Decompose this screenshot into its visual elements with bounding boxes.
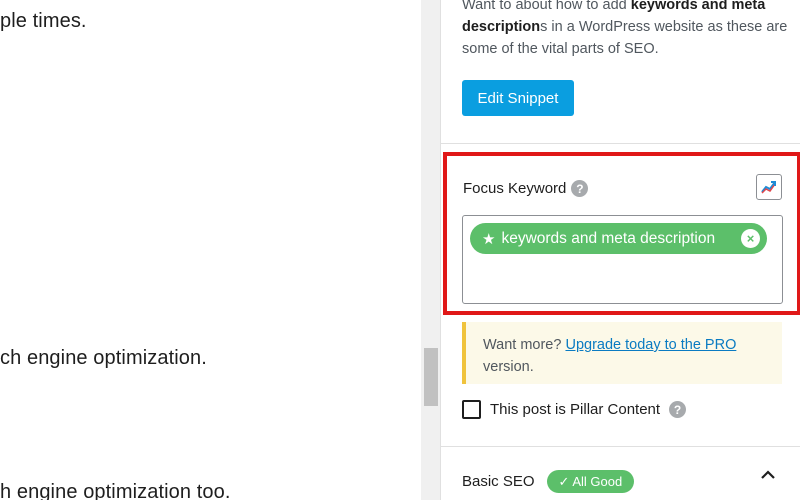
notice-text: version. (483, 359, 534, 375)
upgrade-link[interactable]: Upgrade today to the PRO (565, 337, 736, 353)
pillar-content-option[interactable]: This post is Pillar Content ? (462, 400, 687, 419)
focus-keyword-input[interactable]: ★ keywords and meta description × (462, 215, 783, 304)
divider (441, 143, 800, 144)
edit-snippet-button[interactable]: Edit Snippet (462, 80, 574, 116)
keyword-tag-label: keywords and meta description (501, 229, 716, 247)
pillar-content-label: This post is Pillar Content (490, 401, 661, 418)
help-icon[interactable]: ? (669, 401, 687, 418)
snippet-description: Want to about how to add keywords and me… (462, 0, 792, 60)
editor-paragraph-line[interactable]: h engine optimization too. (0, 481, 231, 500)
divider (441, 446, 800, 447)
status-badge: ✓ All Good (546, 470, 635, 493)
close-icon[interactable]: × (741, 229, 760, 248)
scrollbar-thumb[interactable] (424, 348, 438, 406)
star-icon: ★ (482, 230, 496, 248)
editor-paragraph-line[interactable]: ple times. (0, 10, 87, 33)
editor-scrollbar[interactable] (421, 0, 440, 500)
chevron-up-icon[interactable] (759, 466, 777, 484)
trend-chart-icon[interactable] (756, 174, 782, 200)
seo-sidebar: Want to about how to add keywords and me… (440, 0, 800, 500)
focus-keyword-label: Focus Keyword ? (463, 180, 589, 197)
editor-paragraph-line[interactable]: ch engine optimization. (0, 347, 207, 370)
basic-seo-header[interactable]: Basic SEO ✓ All Good (462, 470, 635, 493)
basic-seo-title: Basic SEO (462, 473, 535, 490)
post-editor[interactable]: ple times. ch engine optimization. h eng… (0, 0, 421, 500)
pillar-content-checkbox[interactable] (462, 400, 481, 419)
notice-text: Want more? (483, 337, 566, 353)
snippet-text: Want to about how to add (462, 0, 631, 13)
upgrade-notice: Want more? Upgrade today to the PRO vers… (462, 322, 782, 384)
keyword-tag[interactable]: ★ keywords and meta description × (470, 223, 767, 254)
focus-keyword-title: Focus Keyword (463, 180, 567, 197)
help-icon[interactable]: ? (571, 180, 589, 197)
focus-keyword-panel: Focus Keyword ? ★ keywords and meta desc… (443, 152, 800, 315)
